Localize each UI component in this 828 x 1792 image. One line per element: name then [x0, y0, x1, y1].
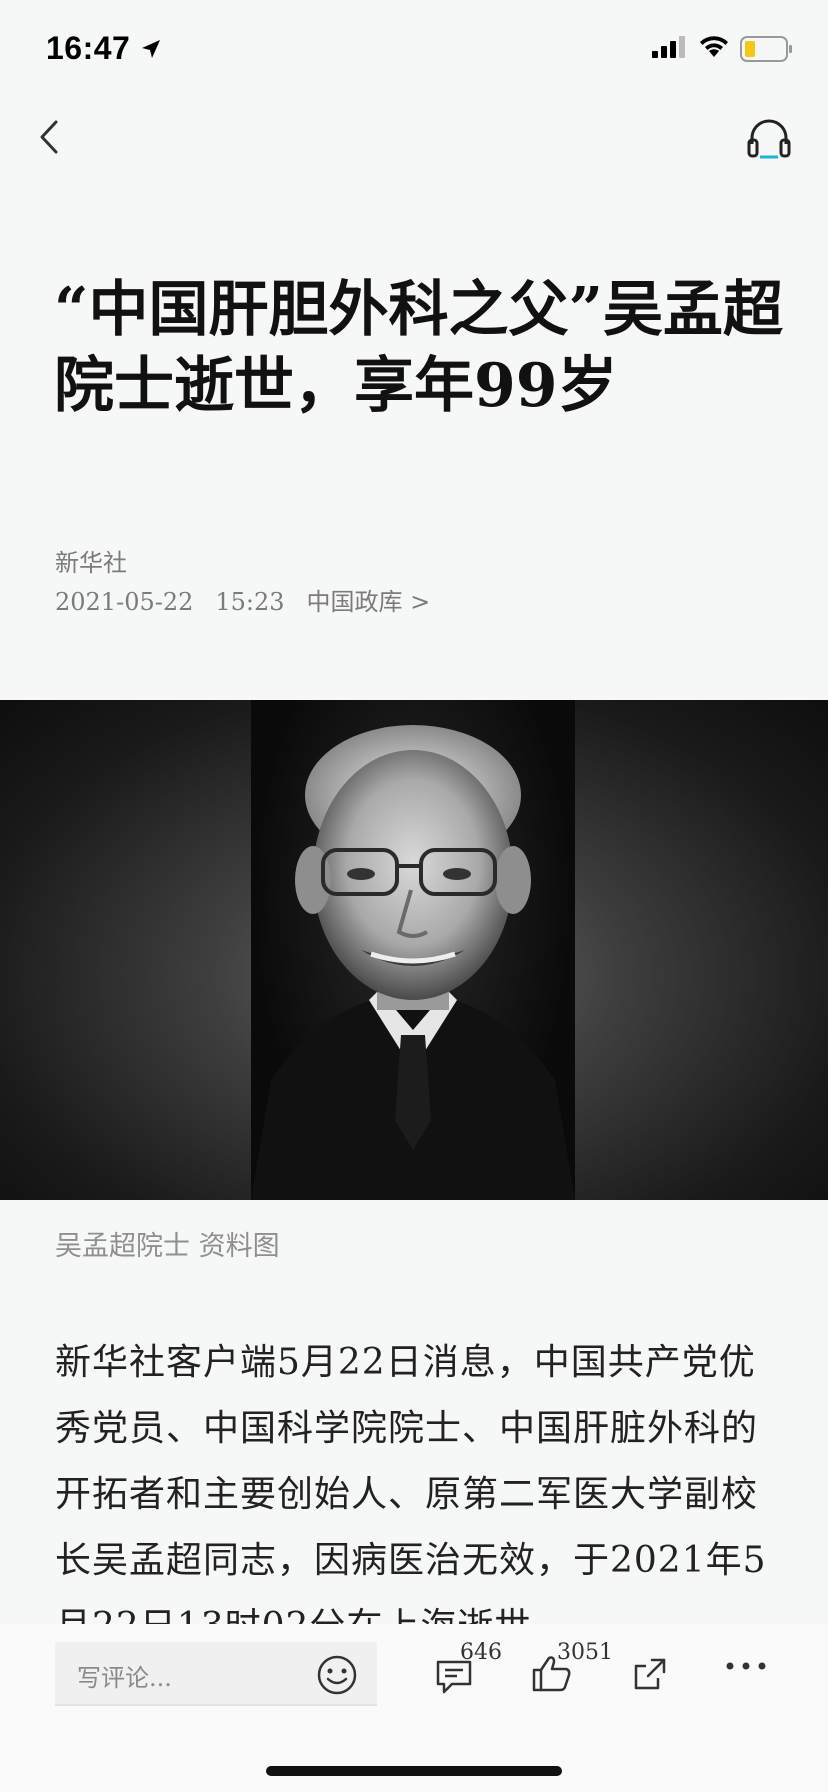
comment-count: 646 [460, 1640, 502, 1665]
article-title: “中国肝胆外科之父”吴孟超院士逝世，享年99岁 [54, 275, 784, 421]
status-bar: 16:47 [0, 0, 828, 100]
home-indicator [266, 1766, 562, 1776]
article-photo[interactable] [0, 700, 828, 1200]
article-body: 新华社客户端5月22日消息，中国共产党优秀党员、中国科学院院士、中国肝脏外科的开… [55, 1342, 767, 1647]
image-caption: 吴孟超院士 资料图 [55, 1231, 280, 1262]
share-icon[interactable] [630, 1654, 670, 1694]
article-column-link[interactable]: 中国政库 > [307, 588, 431, 616]
more-options-icon[interactable] [724, 1660, 768, 1672]
article-source: 新华社 [55, 549, 127, 577]
like-count: 3051 [557, 1640, 613, 1665]
article-meta: 2021-05-22 15:23 中国政库 > [55, 582, 452, 617]
back-button[interactable] [30, 112, 70, 162]
portrait-image [251, 700, 575, 1200]
battery-icon [740, 36, 792, 62]
headphones-icon[interactable] [746, 114, 792, 160]
bottom-action-bar: 写评论... 646 3051 [0, 1624, 828, 1792]
comment-placeholder: 写评论... [77, 1664, 172, 1692]
location-arrow-icon [142, 40, 160, 58]
wifi-icon [700, 36, 728, 57]
article-date: 2021-05-22 [55, 588, 194, 616]
status-time: 16:47 [46, 30, 131, 66]
article-time: 15:23 [215, 588, 285, 616]
emoji-icon[interactable] [316, 1654, 358, 1696]
signal-icon [652, 36, 685, 58]
